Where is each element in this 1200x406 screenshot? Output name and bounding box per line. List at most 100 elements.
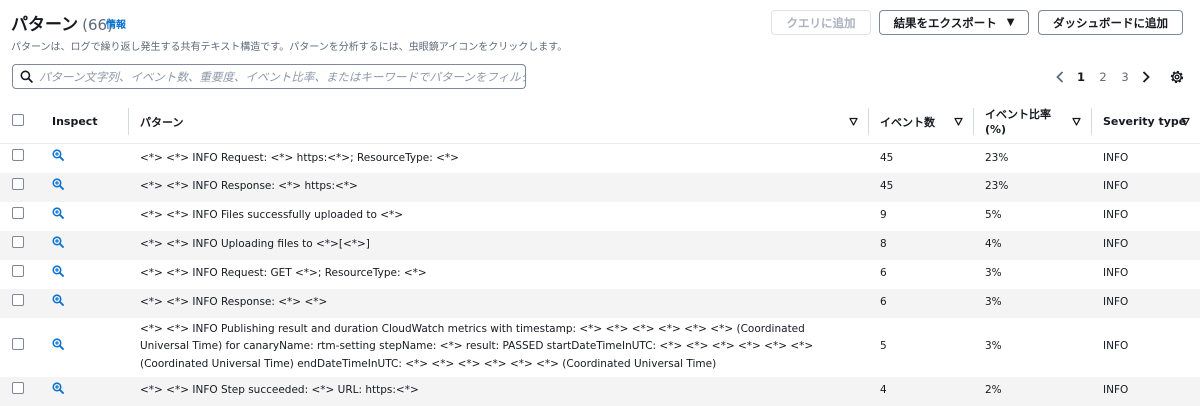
event-ratio-cell: 23% — [985, 151, 1009, 164]
severity-cell: INFO — [1091, 288, 1200, 318]
column-inspect-label: Inspect — [52, 115, 98, 128]
pagination: 1 2 3 — [1050, 68, 1156, 86]
event-count-cell: 6 — [868, 288, 973, 318]
pattern-cell: <*> <*> INFO Files successfully uploaded… — [140, 209, 404, 222]
export-results-label: 結果をエクスポート — [893, 15, 997, 30]
column-event-ratio[interactable]: イベント比率 (%) — [973, 100, 1091, 144]
filter-triangle-icon[interactable] — [849, 117, 858, 126]
column-event-ratio-label: イベント比率 (%) — [985, 107, 1079, 137]
table-row[interactable]: <*> <*> INFO Response: <*> <*> 6 3% INFO — [0, 288, 1200, 318]
zoom-in-icon[interactable] — [52, 178, 64, 197]
add-to-dashboard-label: ダッシュボードに追加 — [1053, 15, 1168, 30]
page-title: パターン (66) — [11, 10, 113, 35]
severity-cell: INFO — [1103, 267, 1129, 280]
column-inspect: Inspect — [40, 100, 128, 144]
pattern-cell: <*> <*> INFO Publishing result and durat… — [140, 322, 814, 370]
column-event-count-label: イベント数 — [880, 115, 935, 129]
page-3[interactable]: 3 — [1114, 70, 1136, 84]
column-pattern-label: パターン — [140, 115, 184, 129]
row-checkbox[interactable] — [12, 337, 24, 350]
zoom-in-icon[interactable] — [52, 338, 64, 357]
add-to-query-label: クエリに追加 — [786, 15, 856, 30]
patterns-table: Inspect パターン イベント数 イベント比率 (%) Severity ty… — [0, 100, 1200, 406]
chevron-left-icon[interactable] — [1050, 71, 1070, 83]
export-results-button[interactable]: 結果をエクスポート ▼ — [879, 10, 1029, 35]
event-count-cell: 4 — [868, 376, 973, 406]
column-divider — [868, 108, 869, 135]
event-count-cell: 6 — [880, 267, 887, 280]
zoom-in-icon[interactable] — [52, 149, 64, 168]
event-count-cell: 45 — [868, 172, 973, 202]
filter-triangle-icon[interactable] — [1181, 117, 1190, 126]
event-ratio-cell: 23% — [973, 172, 1091, 202]
search-icon — [13, 70, 39, 83]
row-checkbox[interactable] — [12, 293, 24, 306]
pattern-cell: <*> <*> INFO Request: <*> https:<*>; Res… — [140, 151, 459, 164]
column-divider — [1091, 108, 1092, 135]
column-event-ratio-line2: (%) — [985, 122, 1007, 136]
event-ratio-cell: 3% — [985, 340, 1002, 353]
select-all-checkbox[interactable] — [12, 114, 24, 126]
filter-triangle-icon[interactable] — [1072, 117, 1081, 126]
pattern-cell: <*> <*> INFO Step succeeded: <*> URL: ht… — [128, 376, 868, 406]
severity-cell: INFO — [1091, 172, 1200, 202]
table-row[interactable]: <*> <*> INFO Uploading files to <*>[<*>]… — [0, 230, 1200, 260]
table-row[interactable]: <*> <*> INFO Files successfully uploaded… — [0, 202, 1200, 231]
table-row[interactable]: <*> <*> INFO Publishing result and durat… — [0, 318, 1200, 377]
event-count-cell: 8 — [868, 230, 973, 260]
row-checkbox[interactable] — [12, 264, 24, 277]
page-title-text: パターン — [11, 15, 79, 35]
table-row[interactable]: <*> <*> INFO Response: <*> https:<*> 45 … — [0, 172, 1200, 202]
event-ratio-cell: 5% — [985, 209, 1002, 222]
row-checkbox[interactable] — [12, 381, 24, 394]
column-severity-label: Severity type — [1103, 115, 1187, 128]
gear-icon[interactable] — [1169, 69, 1185, 85]
zoom-in-icon[interactable] — [52, 382, 64, 401]
event-ratio-cell: 4% — [973, 230, 1091, 260]
zoom-in-icon[interactable] — [52, 294, 64, 313]
event-count-cell: 9 — [880, 209, 887, 222]
page-2[interactable]: 2 — [1092, 70, 1114, 84]
event-ratio-cell: 3% — [985, 267, 1002, 280]
event-ratio-cell: 3% — [973, 288, 1091, 318]
pattern-cell: <*> <*> INFO Response: <*> <*> — [128, 288, 868, 318]
row-checkbox[interactable] — [12, 177, 24, 190]
table-row[interactable]: <*> <*> INFO Request: <*> https:<*>; Res… — [0, 144, 1200, 173]
caret-down-icon: ▼ — [1006, 17, 1015, 28]
page-1[interactable]: 1 — [1070, 70, 1092, 84]
row-checkbox[interactable] — [12, 149, 24, 161]
page-description: パターンは、ログで繰り返し発生する共有テキスト構造です。パターンを分析するには、… — [11, 42, 568, 53]
severity-cell: INFO — [1103, 209, 1129, 222]
info-link[interactable]: 情報 — [106, 16, 126, 31]
column-event-count[interactable]: イベント数 — [868, 100, 973, 144]
zoom-in-icon[interactable] — [52, 236, 64, 255]
pattern-cell: <*> <*> INFO Response: <*> https:<*> — [128, 172, 868, 202]
column-event-ratio-line1: イベント比率 — [985, 107, 1051, 121]
select-all-header — [0, 100, 40, 144]
filter-triangle-icon[interactable] — [954, 117, 963, 126]
column-pattern[interactable]: パターン — [128, 100, 868, 144]
zoom-in-icon[interactable] — [52, 265, 64, 284]
add-to-query-button[interactable]: クエリに追加 — [771, 10, 871, 35]
search-input[interactable] — [39, 69, 525, 84]
table-row[interactable]: <*> <*> INFO Step succeeded: <*> URL: ht… — [0, 376, 1200, 406]
add-to-dashboard-button[interactable]: ダッシュボードに追加 — [1038, 10, 1183, 35]
column-severity[interactable]: Severity type — [1091, 100, 1200, 144]
severity-cell: INFO — [1091, 376, 1200, 406]
pattern-cell: <*> <*> INFO Request: GET <*>; ResourceT… — [140, 267, 427, 280]
chevron-right-icon[interactable] — [1136, 71, 1156, 83]
table-header-row: Inspect パターン イベント数 イベント比率 (%) Severity ty… — [0, 100, 1200, 144]
row-checkbox[interactable] — [12, 206, 24, 219]
zoom-in-icon[interactable] — [52, 207, 64, 226]
pattern-cell: <*> <*> INFO Uploading files to <*>[<*>] — [128, 230, 868, 260]
table-row[interactable]: <*> <*> INFO Request: GET <*>; ResourceT… — [0, 260, 1200, 289]
event-count-cell: 45 — [880, 151, 894, 164]
event-count-cell: 5 — [880, 340, 887, 353]
severity-cell: INFO — [1091, 230, 1200, 260]
column-divider — [973, 108, 974, 135]
row-checkbox[interactable] — [12, 235, 24, 248]
severity-cell: INFO — [1103, 151, 1129, 164]
column-divider — [128, 108, 129, 135]
pattern-search[interactable] — [12, 64, 526, 89]
event-ratio-cell: 2% — [973, 376, 1091, 406]
